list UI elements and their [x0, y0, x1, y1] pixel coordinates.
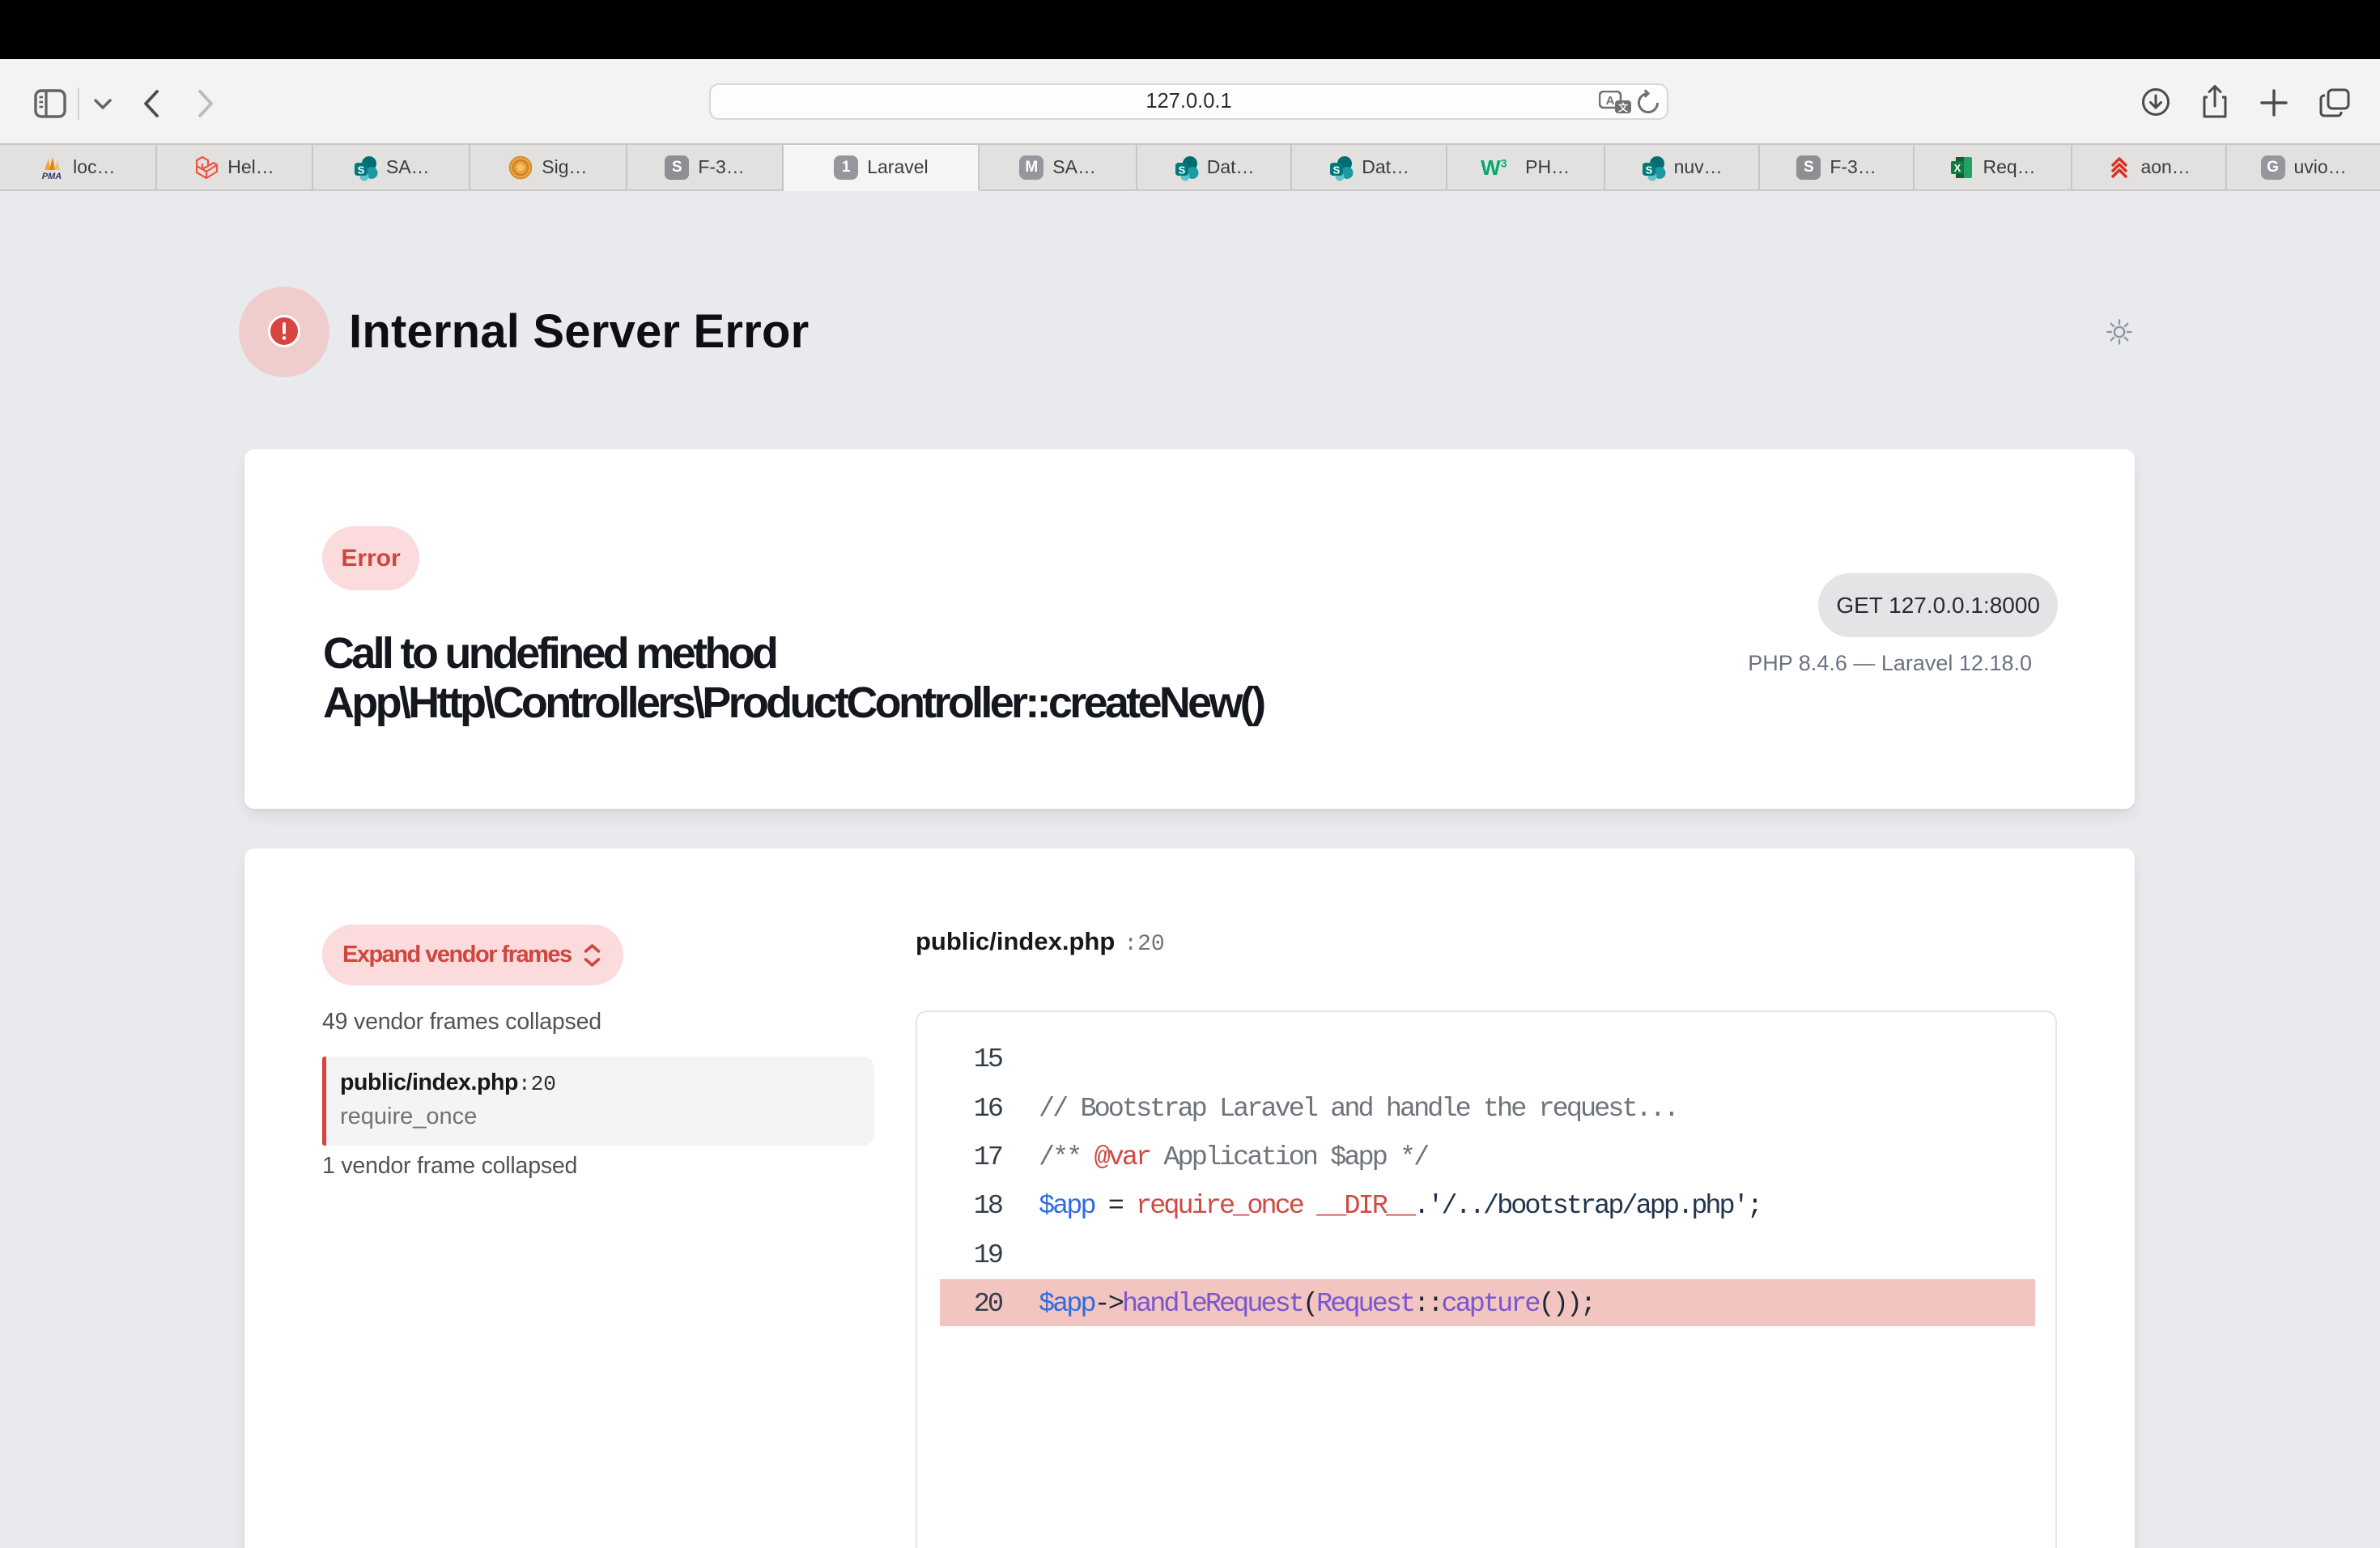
svg-text:文: 文: [1618, 101, 1629, 113]
svg-text:S: S: [1178, 164, 1185, 176]
svg-text:PMA: PMA: [42, 172, 62, 180]
svg-text:S: S: [358, 164, 365, 176]
svg-text:X: X: [1954, 162, 1961, 174]
svg-text:S: S: [1645, 164, 1652, 176]
svg-text:S: S: [1333, 164, 1341, 176]
svg-text:A: A: [1606, 94, 1615, 108]
